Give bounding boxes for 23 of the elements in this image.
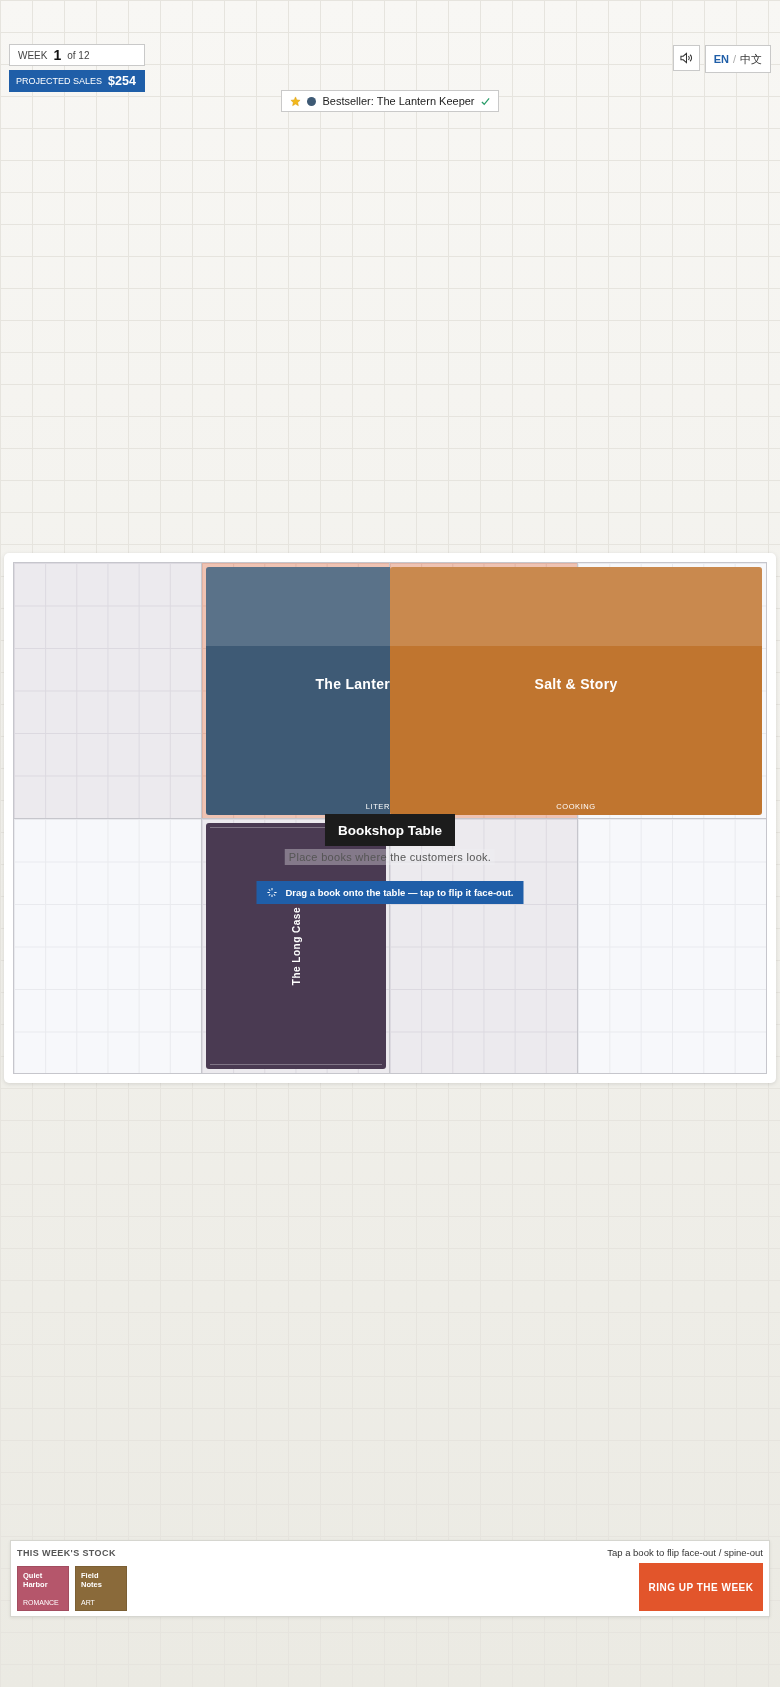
star-icon (290, 95, 302, 107)
sparkle-icon (266, 887, 278, 898)
stock-title: THIS WEEK'S STOCK (17, 1547, 116, 1558)
language-option[interactable]: 中文 (740, 51, 762, 67)
sound-button[interactable] (672, 45, 700, 71)
speaker-icon (679, 52, 693, 64)
week-number: 1 (53, 47, 62, 63)
week-label: WEEK (18, 49, 48, 61)
table-title: Bookshop Table (325, 814, 455, 846)
week-total: of 12 (67, 49, 90, 61)
sales-value: $254 (108, 74, 136, 88)
sales-label: PROJECTED SALES (16, 76, 103, 86)
table-zone[interactable] (578, 819, 766, 1073)
book-title: The Lanter (315, 676, 390, 693)
language-option[interactable]: EN (713, 53, 729, 65)
separator: / (732, 53, 736, 65)
stock-hint: Tap a book to flip face-out / spine-out (607, 1547, 763, 1558)
book-title: Salt & Story (534, 676, 618, 693)
bestseller-text: Bestseller: The Lantern Keeper (322, 95, 475, 107)
table-zone[interactable] (14, 819, 202, 1073)
table-zone[interactable] (14, 563, 202, 819)
ring-up-button[interactable]: RING UP THE WEEK (639, 1563, 763, 1611)
book-title: The Long Case (290, 907, 302, 986)
